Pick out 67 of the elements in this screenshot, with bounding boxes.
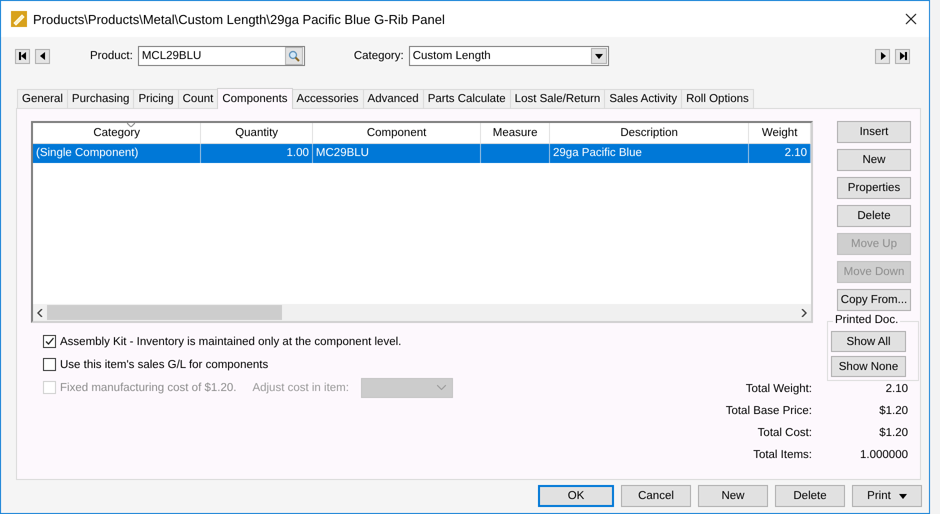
tab[interactable]: Roll Options: [681, 89, 754, 108]
search-icon[interactable]: [288, 50, 300, 62]
first-record-button[interactable]: [15, 48, 30, 64]
checkbox[interactable]: [43, 335, 56, 348]
side-button[interactable]: Delete: [837, 205, 911, 227]
window-title: Products\Products\Metal\Custom Length\29ga Pacific Blue G-Rib Panel: [33, 12, 446, 26]
side-button[interactable]: Copy From...: [837, 289, 911, 311]
printed-doc-button[interactable]: Show None: [831, 356, 906, 377]
category-label: Category:: [354, 50, 404, 62]
checkbox-label: Use this item's sales G/L for components: [60, 358, 268, 370]
next-record-button[interactable]: [875, 48, 890, 64]
checkbox-label: Fixed manufacturing cost of $1.20.: [60, 382, 236, 394]
left-triangle-icon: [40, 52, 46, 60]
previous-record-button[interactable]: [35, 48, 50, 64]
side-button[interactable]: Properties: [837, 177, 911, 199]
footer-button[interactable]: OK: [538, 485, 614, 507]
printed-doc-button[interactable]: Show All: [831, 331, 906, 352]
table-cell: (Single Component): [36, 147, 138, 159]
total-value: $1.20: [878, 405, 908, 419]
table-cell: 29ga Pacific Blue: [553, 147, 642, 159]
tab[interactable]: General: [17, 89, 68, 108]
pencil-icon: [11, 11, 27, 27]
checkbox-label: Assembly Kit - Inventory is maintained only at the component level.: [60, 336, 402, 348]
chevron-down-icon: [436, 385, 446, 390]
tab[interactable]: Accessories: [292, 89, 364, 108]
table-cell: 1.00: [286, 147, 309, 159]
right-triangle-icon: [880, 52, 886, 60]
tab[interactable]: Purchasing: [66, 89, 134, 108]
last-icon: [898, 52, 906, 60]
footer-button[interactable]: New: [698, 485, 768, 507]
total-label: Total Weight:: [744, 383, 812, 397]
category-dropdown[interactable]: Custom Length: [408, 46, 609, 66]
close-icon[interactable]: [905, 13, 917, 25]
horizontal-scrollbar[interactable]: [33, 304, 811, 321]
adjust-label: Adjust cost in item:: [252, 382, 349, 394]
tab[interactable]: Components: [217, 88, 293, 109]
group-title: Printed Doc.: [833, 314, 900, 326]
total-value: $1.20: [878, 427, 908, 441]
table-cell: 2.10: [784, 147, 808, 159]
side-button[interactable]: New: [837, 149, 911, 171]
side-button[interactable]: Insert: [837, 121, 911, 143]
total-value: 1.000000: [859, 449, 908, 463]
tab[interactable]: Sales Activity: [604, 89, 682, 108]
footer-button[interactable]: Delete: [775, 485, 845, 507]
scroll-left-icon[interactable]: [37, 308, 43, 316]
product-label: Product:: [90, 50, 133, 62]
dropdown-arrow-icon: [898, 494, 907, 499]
total-label: Total Cost:: [756, 427, 812, 441]
scroll-right-icon[interactable]: [801, 308, 807, 316]
tab[interactable]: Lost Sale/Return: [510, 89, 606, 108]
total-value: 2.10: [884, 383, 908, 397]
table-cell: MC29BLU: [316, 147, 369, 159]
tab[interactable]: Pricing: [133, 89, 179, 108]
checkbox[interactable]: [43, 358, 56, 371]
first-icon: [18, 52, 26, 60]
print-menu-button[interactable]: Print: [852, 485, 922, 507]
scrollbar-thumb[interactable]: [47, 305, 282, 320]
grid-row[interactable]: (Single Component) 1.00 MC29BLU 29ga Pacific Blue 2.10: [33, 144, 811, 163]
dropdown-arrow-icon: [594, 54, 603, 58]
tab[interactable]: Parts Calculate: [422, 89, 511, 108]
total-label: Total Base Price:: [724, 405, 812, 419]
last-record-button[interactable]: [895, 48, 910, 64]
footer-button[interactable]: Cancel: [621, 485, 691, 507]
product-field[interactable]: MCL29BLU: [138, 46, 305, 66]
total-label: Total Items:: [752, 449, 812, 463]
tab[interactable]: Advanced: [362, 89, 424, 108]
tab[interactable]: Count: [178, 89, 218, 108]
